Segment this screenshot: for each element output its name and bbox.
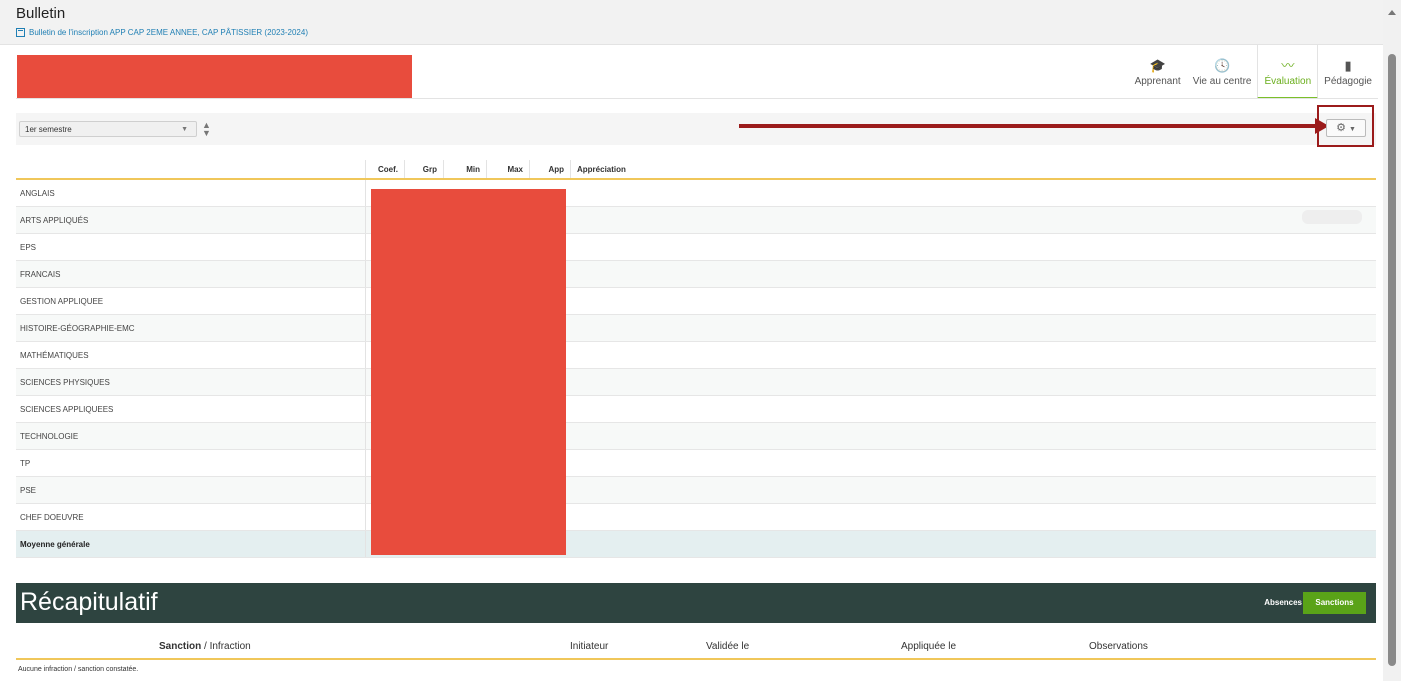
settings-button[interactable]: ⚙ ▼ bbox=[1326, 119, 1366, 137]
subject-name: CHEF DOEUVRE bbox=[16, 503, 366, 531]
recap-title: Récapitulatif bbox=[20, 588, 158, 616]
grade-cell bbox=[570, 233, 1376, 261]
col-max: Max bbox=[486, 160, 530, 180]
table-row: SCIENCES APPLIQUEES bbox=[16, 395, 1376, 423]
subject-name: ANGLAIS bbox=[16, 179, 366, 207]
grade-cell bbox=[570, 179, 1376, 207]
subject-name: HISTOIRE-GÉOGRAPHIE-EMC bbox=[16, 314, 366, 342]
absences-tab[interactable]: Absences bbox=[1264, 598, 1302, 607]
redacted-student-name bbox=[17, 55, 412, 99]
grade-cell bbox=[570, 314, 1376, 342]
grades-table: Coef. Grp Min Max App Appréciation ANGLA… bbox=[16, 160, 1376, 558]
tab-label: Pédagogie bbox=[1324, 75, 1372, 87]
col-appreciation: Appréciation bbox=[570, 160, 1376, 180]
redacted-grades bbox=[371, 189, 566, 555]
grade-cell bbox=[570, 260, 1376, 288]
average-row: Moyenne générale bbox=[16, 530, 1376, 558]
chevron-down-icon: ▼ bbox=[1349, 126, 1356, 133]
subject-name: GESTION APPLIQUEE bbox=[16, 287, 366, 315]
tab-label: Vie au centre bbox=[1192, 75, 1252, 87]
table-row: SCIENCES PHYSIQUES bbox=[16, 368, 1376, 396]
page-header: Bulletin Bulletin de l'inscription APP C… bbox=[0, 0, 1383, 45]
subject-name: SCIENCES APPLIQUEES bbox=[16, 395, 366, 423]
table-row: FRANCAIS bbox=[16, 260, 1376, 288]
table-row: PSE bbox=[16, 476, 1376, 504]
col-app: App bbox=[529, 160, 571, 180]
grade-cell bbox=[570, 476, 1376, 504]
grade-cell bbox=[570, 503, 1376, 531]
table-row: GESTION APPLIQUEE bbox=[16, 287, 1376, 315]
subject-name: MATHÉMATIQUES bbox=[16, 341, 366, 369]
collapse-icon[interactable] bbox=[16, 28, 25, 37]
recap-header: Récapitulatif Absences Sanctions bbox=[16, 583, 1376, 623]
enrollment-label: Bulletin de l'inscription APP CAP 2EME A… bbox=[29, 28, 308, 37]
col-grp: Grp bbox=[404, 160, 444, 180]
enrollment-link[interactable]: Bulletin de l'inscription APP CAP 2EME A… bbox=[16, 28, 308, 37]
grade-cell bbox=[570, 341, 1376, 369]
table-row: TECHNOLOGIE bbox=[16, 422, 1376, 450]
col-validee: Validée le bbox=[706, 641, 750, 652]
grade-cell bbox=[570, 449, 1376, 477]
scroll-up-icon[interactable] bbox=[1388, 10, 1396, 15]
col-observations: Observations bbox=[1089, 641, 1148, 652]
col-sanction: Sanction / Infraction bbox=[159, 641, 251, 652]
grade-cell bbox=[570, 287, 1376, 315]
empty-message: Aucune infraction / sanction constatée. bbox=[18, 666, 139, 673]
stepper-icon[interactable]: ▲ ▼ bbox=[202, 121, 211, 138]
sanctions-tab[interactable]: Sanctions bbox=[1303, 592, 1366, 614]
scroll-thumb[interactable] bbox=[1388, 54, 1396, 666]
col-appliquee: Appliquée le bbox=[901, 641, 957, 652]
subject-name: TECHNOLOGIE bbox=[16, 422, 366, 450]
blurred-value bbox=[1302, 210, 1362, 224]
subject-name: Moyenne générale bbox=[16, 530, 366, 558]
table-row: EPS bbox=[16, 233, 1376, 261]
table-row: HISTOIRE-GÉOGRAPHIE-EMC bbox=[16, 314, 1376, 342]
toolbar: 1er semestre ▼ ▲ ▼ bbox=[16, 113, 1376, 145]
subject-header bbox=[16, 160, 366, 180]
clock-icon: 🕓 bbox=[1214, 57, 1231, 73]
chart-line-icon: 〰 bbox=[1281, 57, 1295, 73]
period-value: 1er semestre bbox=[25, 125, 72, 134]
table-row: MATHÉMATIQUES bbox=[16, 341, 1376, 369]
table-row: TP bbox=[16, 449, 1376, 477]
section-tabs: 🎓 Apprenant 🕓 Vie au centre 〰 Évaluation ▮ Péda… bbox=[1129, 45, 1378, 99]
tab-pédagogie[interactable]: ▮ Pédagogie bbox=[1318, 45, 1378, 97]
col-coef: Coef. bbox=[365, 160, 405, 180]
table-row: ANGLAIS bbox=[16, 179, 1376, 207]
subject-name: TP bbox=[16, 449, 366, 477]
tab-label: Évaluation bbox=[1264, 75, 1312, 87]
grade-cell bbox=[570, 422, 1376, 450]
table-row: CHEF DOEUVRE bbox=[16, 503, 1376, 531]
col-min: Min bbox=[443, 160, 487, 180]
grade-cell bbox=[570, 395, 1376, 423]
chevron-down-icon: ▼ bbox=[181, 126, 188, 133]
col-infraction-label: / Infraction bbox=[201, 641, 251, 652]
sanctions-table-header: Sanction / Infraction Initiateur Validée… bbox=[16, 639, 1376, 660]
subject-name: FRANCAIS bbox=[16, 260, 366, 288]
subject-name: EPS bbox=[16, 233, 366, 261]
tab-vie-au-centre[interactable]: 🕓 Vie au centre bbox=[1187, 45, 1258, 97]
tab-évaluation[interactable]: 〰 Évaluation bbox=[1257, 45, 1319, 99]
annotation-arrow bbox=[739, 124, 1317, 128]
book-icon: ▮ bbox=[1344, 57, 1352, 73]
divider bbox=[16, 98, 1378, 99]
grade-cell bbox=[570, 530, 1376, 558]
grade-cell bbox=[570, 368, 1376, 396]
col-initiateur: Initiateur bbox=[570, 641, 609, 652]
gear-icon: ⚙ bbox=[1336, 122, 1346, 134]
graduation-cap-icon: 🎓 bbox=[1149, 57, 1166, 73]
col-sanction-label: Sanction bbox=[159, 641, 202, 652]
period-select[interactable]: 1er semestre ▼ bbox=[19, 121, 197, 137]
subject-name: PSE bbox=[16, 476, 366, 504]
table-row: ARTS APPLIQUÉS bbox=[16, 206, 1376, 234]
page-title: Bulletin bbox=[16, 5, 66, 22]
scrollbar[interactable] bbox=[1383, 0, 1401, 681]
tab-apprenant[interactable]: 🎓 Apprenant bbox=[1129, 45, 1187, 97]
tab-label: Apprenant bbox=[1134, 75, 1181, 87]
subject-name: ARTS APPLIQUÉS bbox=[16, 206, 366, 234]
subject-name: SCIENCES PHYSIQUES bbox=[16, 368, 366, 396]
grade-cell bbox=[570, 206, 1376, 234]
